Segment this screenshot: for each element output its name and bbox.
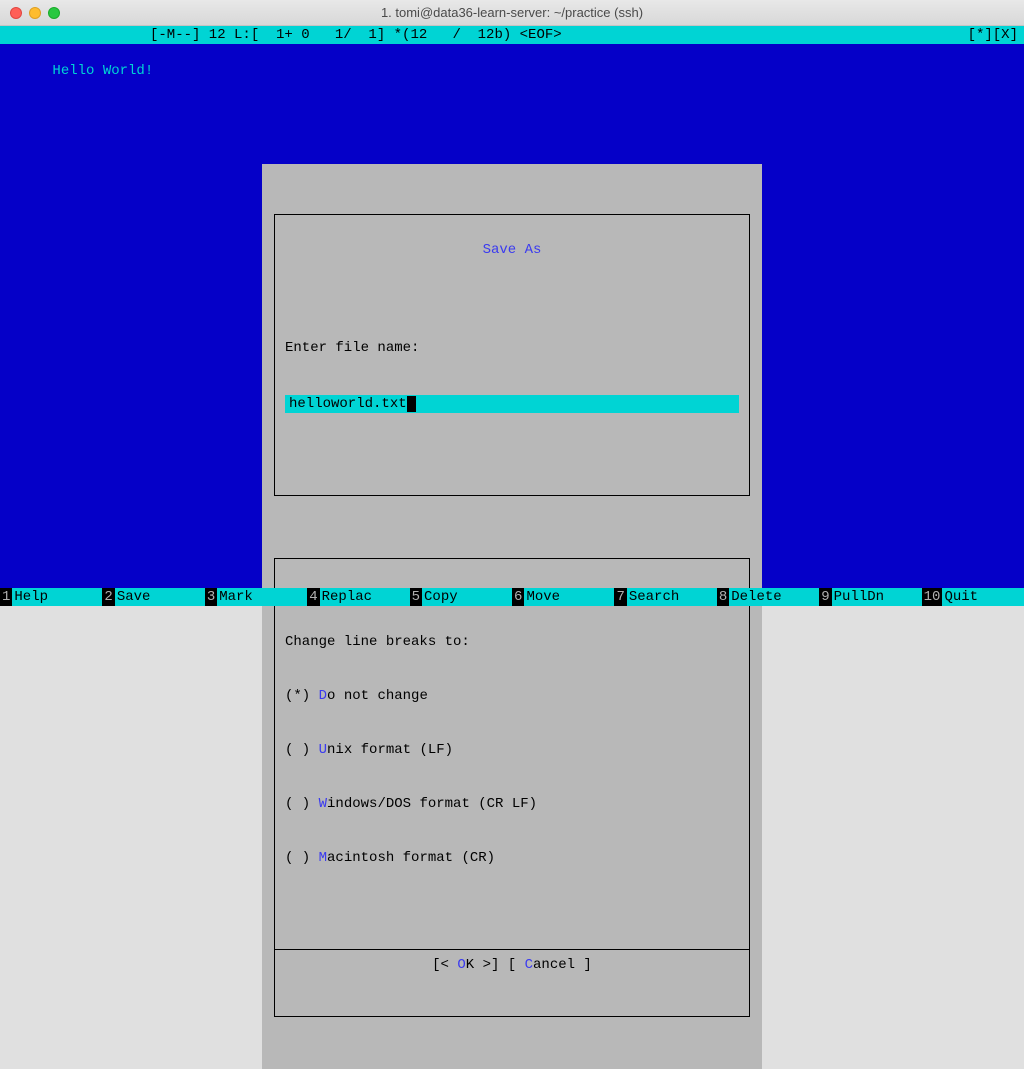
fn-replac[interactable]: 4Replac [307, 588, 409, 606]
fn-search[interactable]: 7Search [614, 588, 716, 606]
linebreak-option[interactable]: ( ) Macintosh format (CR) [285, 849, 739, 867]
dialog-button-row: [< OK >] [ Cancel ] [275, 949, 749, 980]
filename-prompt: Enter file name: [285, 339, 739, 357]
filename-value: helloworld.txt [289, 396, 407, 412]
editor-area[interactable]: Hello World! Save As Enter file name: he… [0, 44, 1024, 588]
fn-pulldn[interactable]: 9PullDn [819, 588, 921, 606]
minimize-icon[interactable] [29, 7, 41, 19]
linebreak-option[interactable]: (*) Do not change [285, 687, 739, 705]
statusbar-left: [-M--] 12 L:[ 1+ 0 1/ 1] *(12 / 12b) <EO… [0, 26, 562, 44]
close-icon[interactable] [10, 7, 22, 19]
fn-delete[interactable]: 8Delete [717, 588, 819, 606]
zoom-icon[interactable] [48, 7, 60, 19]
fn-quit[interactable]: 10Quit [922, 588, 1024, 606]
terminal-body: [-M--] 12 L:[ 1+ 0 1/ 1] *(12 / 12b) <EO… [0, 26, 1024, 606]
fn-help[interactable]: 1Help [0, 588, 102, 606]
save-as-dialog: Save As Enter file name: helloworld.txt … [262, 164, 762, 1069]
editor-statusbar: [-M--] 12 L:[ 1+ 0 1/ 1] *(12 / 12b) <EO… [0, 26, 1024, 44]
window-controls [10, 7, 60, 19]
linebreak-option[interactable]: ( ) Unix format (LF) [285, 741, 739, 759]
terminal-window: 1. tomi@data36-learn-server: ~/practice … [0, 0, 1024, 606]
ok-button[interactable]: [< OK >] [432, 957, 499, 973]
statusbar-right[interactable]: [*][X] [968, 26, 1024, 44]
dialog-title: Save As [477, 242, 548, 258]
fn-save[interactable]: 2Save [102, 588, 204, 606]
editor-content: Hello World! [52, 63, 153, 79]
fn-mark[interactable]: 3Mark [205, 588, 307, 606]
fn-move[interactable]: 6Move [512, 588, 614, 606]
function-key-bar: 1Help 2Save 3Mark 4Replac 5Copy 6Move 7S… [0, 588, 1024, 606]
cancel-button[interactable]: [ Cancel ] [508, 957, 592, 973]
window-titlebar: 1. tomi@data36-learn-server: ~/practice … [0, 0, 1024, 26]
window-title: 1. tomi@data36-learn-server: ~/practice … [0, 5, 1024, 20]
text-cursor-icon [407, 396, 416, 412]
fn-copy[interactable]: 5Copy [410, 588, 512, 606]
linebreak-label: Change line breaks to: [285, 633, 739, 651]
linebreak-option[interactable]: ( ) Windows/DOS format (CR LF) [285, 795, 739, 813]
filename-input[interactable]: helloworld.txt [285, 395, 739, 413]
